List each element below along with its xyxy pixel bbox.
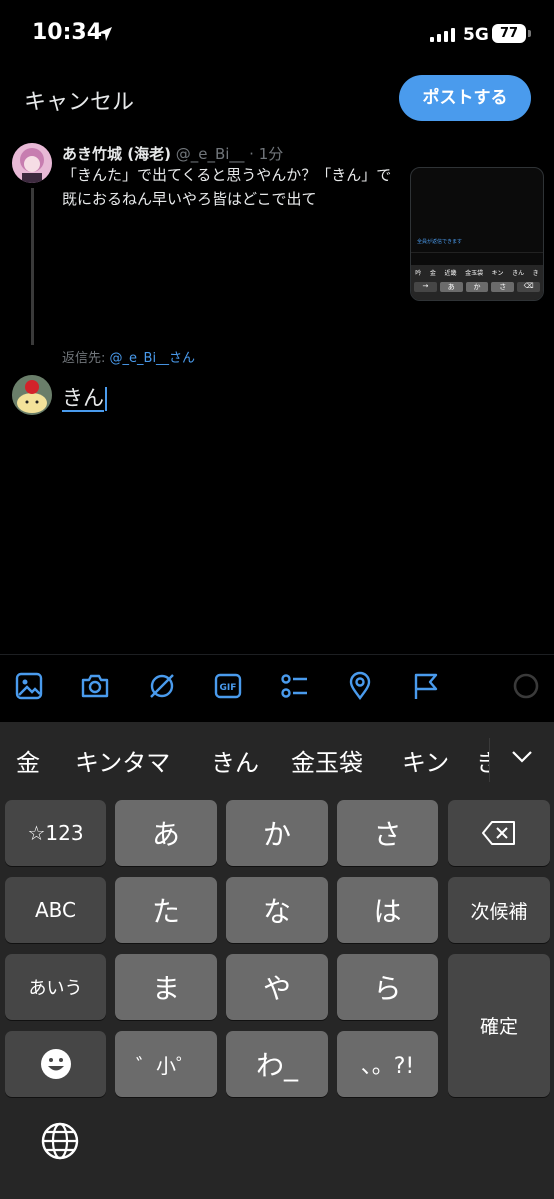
candidate-overflow-clip: き	[476, 743, 489, 775]
emoji-icon	[40, 1049, 71, 1079]
backspace-key[interactable]	[448, 800, 550, 866]
user-avatar[interactable]	[12, 375, 52, 415]
battery-tip	[528, 30, 531, 37]
thumb-key: →	[414, 282, 437, 292]
tweet-author-name[interactable]: あき竹城 (海老)	[62, 145, 171, 163]
image-icon[interactable]	[14, 671, 44, 701]
thumb-key: か	[465, 282, 489, 292]
post-button[interactable]: ポストする	[399, 75, 531, 121]
key-na[interactable]: な	[226, 877, 328, 943]
thumb-key: さ	[491, 282, 515, 292]
reply-to-handle[interactable]: @_e_Bi__さん	[110, 351, 196, 366]
symbols-key[interactable]: ☆123	[5, 800, 106, 866]
backspace-icon	[482, 821, 515, 845]
signal-icon	[430, 28, 455, 42]
thumb-candidate: き	[532, 270, 539, 277]
confirm-key[interactable]: 確定	[448, 954, 550, 1097]
progress-ring-icon	[513, 673, 539, 699]
compose-text-field[interactable]: きん	[62, 382, 107, 412]
thread-line	[31, 188, 34, 345]
candidate-bar: 金 キンタマ きん 金玉袋 キン き	[0, 722, 554, 798]
chevron-down-icon[interactable]	[510, 748, 534, 764]
candidate[interactable]: きん	[211, 743, 259, 778]
key-ya[interactable]: や	[226, 954, 328, 1020]
cancel-button[interactable]: キャンセル	[24, 84, 134, 116]
emoji-key[interactable]	[5, 1031, 106, 1097]
thumb-toolbar	[411, 252, 543, 265]
battery-icon: 77	[492, 24, 526, 43]
candidate[interactable]: キンタマ	[75, 743, 170, 778]
key-wa[interactable]: わ_	[226, 1031, 328, 1097]
avatar-illustration	[12, 375, 52, 415]
candidate[interactable]: 金	[16, 743, 40, 778]
reply-to-line: 返信先: @_e_Bi__さん	[62, 347, 195, 366]
thumb-candidate: キン	[491, 270, 504, 277]
text-cursor	[105, 387, 107, 411]
avatar-illustration	[12, 143, 52, 183]
tweet-media-thumbnail[interactable]: 全員が返信できます 吟 金 近畿 金玉袋 キン きん き → あ か さ ⌫	[410, 167, 544, 301]
punctuation-key[interactable]: 、。?!	[337, 1031, 438, 1097]
next-candidate-key[interactable]: 次候補	[448, 877, 550, 943]
reply-to-label: 返信先:	[62, 351, 106, 366]
candidate[interactable]: き	[476, 743, 489, 775]
flag-icon[interactable]	[411, 671, 441, 701]
camera-icon[interactable]	[80, 671, 110, 701]
key-ka[interactable]: か	[226, 800, 328, 866]
compose-toolbar: GIF	[0, 654, 554, 723]
thumb-candidate: 金玉袋	[465, 270, 484, 277]
abc-key[interactable]: ABC	[5, 877, 106, 943]
key-ta[interactable]: た	[115, 877, 217, 943]
key-ha[interactable]: は	[337, 877, 438, 943]
thumb-candidate: きん	[512, 270, 525, 277]
location-icon[interactable]	[345, 671, 375, 701]
key-ra[interactable]: ら	[337, 954, 438, 1020]
thumb-candidate: 近畿	[444, 270, 457, 277]
poll-icon[interactable]	[279, 671, 309, 701]
kana-key[interactable]: あいう	[5, 954, 106, 1020]
avatar[interactable]	[12, 143, 52, 183]
thumb-key: あ	[439, 282, 463, 292]
tweet-header: あき竹城 (海老) @_e_Bi__ · 1分	[62, 143, 283, 164]
gif-icon[interactable]: GIF	[213, 671, 243, 701]
status-time: 10:34	[32, 20, 103, 45]
globe-icon[interactable]	[40, 1121, 80, 1161]
tweet-meta: @_e_Bi__ · 1分	[175, 145, 284, 163]
key-sa[interactable]: さ	[337, 800, 438, 866]
thumb-input-hint: 全員が返信できます	[417, 239, 463, 245]
thumb-candidate: 吟	[415, 270, 422, 277]
candidate-divider	[489, 738, 490, 782]
tweet-text: 「きんた」で出てくると思うやんか？「きん」で既におるねん早いやろ皆はどこで出て	[62, 166, 392, 208]
network-label: 5G	[463, 25, 489, 45]
key-ma[interactable]: ま	[115, 954, 217, 1020]
grok-icon[interactable]	[147, 671, 177, 701]
candidate[interactable]: キン	[402, 743, 449, 778]
compose-text: きん	[62, 386, 104, 412]
location-arrow-icon	[98, 27, 112, 41]
dakuten-key[interactable]: ゛小゜	[115, 1031, 217, 1097]
thumb-key: ⌫	[517, 282, 540, 292]
key-a[interactable]: あ	[115, 800, 217, 866]
gif-label: GIF	[220, 683, 237, 693]
candidate[interactable]: 金玉袋	[291, 743, 363, 778]
thumb-candidate: 金	[429, 270, 436, 277]
thumb-keyboard: 吟 金 近畿 金玉袋 キン きん き → あ か さ ⌫	[411, 265, 543, 300]
